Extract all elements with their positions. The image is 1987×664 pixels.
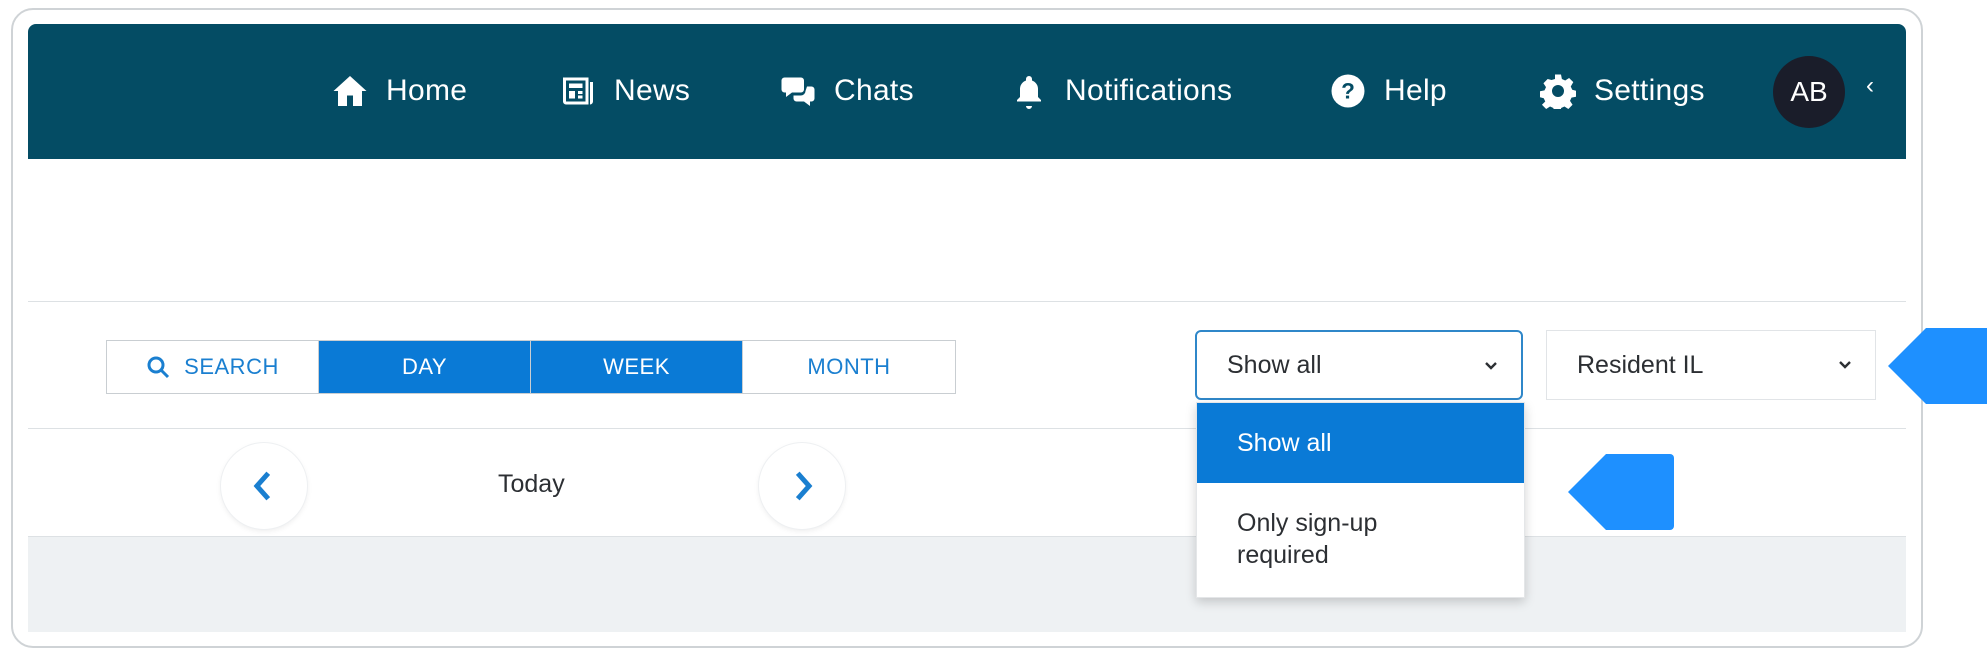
filter-select-value: Show all xyxy=(1227,350,1322,379)
top-navigation-bar: Home News Chats Notifications ? Help Set… xyxy=(28,24,1906,159)
week-view-button[interactable]: WEEK xyxy=(531,341,743,393)
resident-select[interactable]: Resident IL xyxy=(1546,330,1876,400)
tutorial-pointer-arrow xyxy=(1888,328,1987,404)
nav-help-label: Help xyxy=(1384,74,1447,107)
gear-icon xyxy=(1540,74,1576,109)
nav-help[interactable]: ? Help xyxy=(1330,68,1447,114)
calendar-area xyxy=(28,537,1906,632)
resident-select-value: Resident IL xyxy=(1577,350,1704,379)
view-segmented-control: SEARCH DAY WEEK MONTH xyxy=(106,340,956,394)
collapse-chevron-icon[interactable]: ‹ xyxy=(1866,72,1874,100)
search-icon xyxy=(147,356,170,379)
nav-notifications[interactable]: Notifications xyxy=(1011,68,1232,114)
filter-option-sign-up-required[interactable]: Only sign-up required xyxy=(1197,483,1524,597)
svg-text:?: ? xyxy=(1341,79,1355,104)
search-view-label: SEARCH xyxy=(184,354,279,379)
search-view-button[interactable]: SEARCH xyxy=(107,341,319,393)
previous-date-button[interactable] xyxy=(221,443,307,529)
month-view-button[interactable]: MONTH xyxy=(743,341,955,393)
chevron-right-icon xyxy=(795,471,813,501)
divider-top xyxy=(28,301,1906,302)
nav-home[interactable]: Home xyxy=(332,68,467,114)
day-view-button[interactable]: DAY xyxy=(319,341,531,393)
nav-news[interactable]: News xyxy=(560,68,690,114)
nav-settings-label: Settings xyxy=(1594,74,1705,107)
newspaper-icon xyxy=(563,77,593,105)
current-date-label: Today xyxy=(498,470,565,498)
filter-select[interactable]: Show all xyxy=(1195,330,1523,400)
nav-news-label: News xyxy=(614,74,691,107)
chevron-down-icon xyxy=(1839,361,1851,369)
bell-icon xyxy=(1017,76,1041,109)
nav-chats[interactable]: Chats xyxy=(780,68,914,114)
app-window: Home News Chats Notifications ? Help Set… xyxy=(28,24,1906,632)
nav-chats-label: Chats xyxy=(834,74,914,107)
divider-middle xyxy=(28,428,1906,429)
nav-home-label: Home xyxy=(386,74,468,107)
chevron-down-icon xyxy=(1485,362,1497,370)
filter-option-show-all[interactable]: Show all xyxy=(1197,403,1524,483)
nav-notifications-label: Notifications xyxy=(1065,74,1233,107)
question-circle-icon: ? xyxy=(1331,74,1365,108)
nav-settings[interactable]: Settings xyxy=(1540,68,1705,114)
user-avatar[interactable]: AB xyxy=(1773,56,1845,128)
chat-bubbles-icon xyxy=(781,77,815,106)
home-icon xyxy=(333,76,367,106)
chevron-left-icon xyxy=(253,471,271,501)
next-date-button[interactable] xyxy=(759,443,845,529)
filter-dropdown-menu: Show all Only sign-up required xyxy=(1196,402,1525,598)
tutorial-pointer-arrow xyxy=(1568,454,1674,530)
